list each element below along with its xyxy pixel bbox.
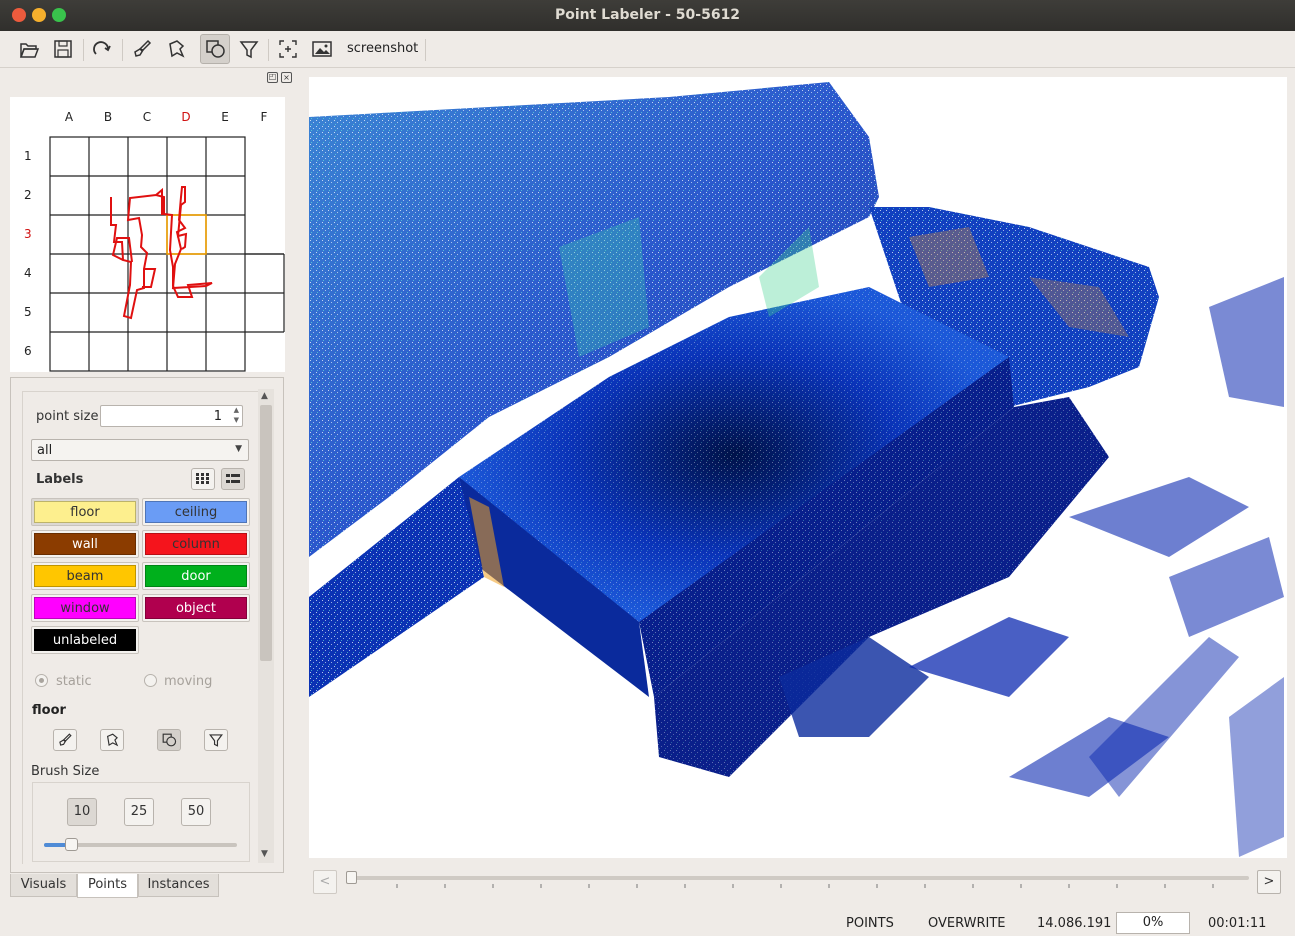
redo-icon [93, 41, 111, 55]
dock-close-icon[interactable]: × [281, 72, 292, 83]
grid-view-button[interactable] [191, 468, 215, 490]
scroll-thumb[interactable] [260, 405, 272, 661]
polygon-icon [169, 40, 185, 58]
brush-icon [134, 39, 152, 57]
screenshot-label[interactable]: screenshot [347, 41, 418, 56]
label-window-button[interactable]: window [34, 597, 136, 619]
label-floor-button[interactable]: floor [34, 501, 136, 523]
frame-slider[interactable] [346, 871, 1249, 884]
center-view-button[interactable] [274, 35, 302, 63]
trajectory-minimap[interactable]: A B C D E F 1 2 3 4 5 6 [10, 97, 285, 372]
status-progress: 0% [1116, 912, 1190, 934]
panel-shape-tool-button[interactable] [157, 729, 181, 751]
point-size-label: point size [36, 409, 99, 424]
main-toolbar: screenshot [0, 31, 1295, 68]
static-radio-dot [39, 678, 44, 683]
label-object-button[interactable]: object [145, 597, 247, 619]
point-size-spinbox[interactable]: 1 ▲ ▼ [100, 405, 243, 427]
next-frame-button[interactable]: > [1257, 870, 1281, 894]
save-button[interactable] [49, 35, 77, 63]
image-icon [312, 41, 332, 57]
filter-icon [239, 41, 259, 59]
label-filter-select[interactable]: all ▼ [31, 439, 249, 461]
frame-slider-handle[interactable] [346, 871, 357, 884]
scroll-up-icon[interactable]: ▲ [261, 391, 268, 401]
frame-timeline: < > [313, 868, 1283, 896]
moving-label: moving [164, 674, 213, 689]
shape-tool-button[interactable] [200, 34, 230, 64]
folder-open-icon [19, 43, 40, 58]
save-disk-icon [54, 40, 72, 58]
scroll-down-icon[interactable]: ▼ [261, 849, 268, 859]
panel-brush-tool-button[interactable] [53, 729, 77, 751]
redo-button[interactable] [88, 35, 116, 63]
brush-tool-button[interactable] [128, 35, 156, 63]
screenshot-button[interactable] [308, 35, 336, 63]
polygon-icon [106, 733, 119, 747]
current-label-name: floor [32, 703, 66, 718]
grid-icon [196, 473, 209, 484]
brush-icon [59, 733, 72, 746]
point-size-value[interactable]: 1 [214, 409, 222, 424]
crosshair-icon [279, 40, 297, 58]
chevron-down-icon: ▼ [235, 444, 242, 454]
window-title: Point Labeler - 50-5612 [554, 7, 741, 23]
label-beam-button[interactable]: beam [34, 565, 136, 587]
panel-polygon-tool-button[interactable] [100, 729, 124, 751]
spin-up-icon[interactable]: ▲ [234, 406, 239, 414]
polygon-tool-button[interactable] [162, 35, 190, 63]
static-label: static [56, 674, 92, 689]
label-ceiling-button[interactable]: ceiling [145, 501, 247, 523]
title-bar: Point Labeler - 50-5612 [0, 0, 1295, 31]
brush-size-slider-handle[interactable] [65, 838, 78, 851]
tab-visuals[interactable]: Visuals [10, 874, 77, 897]
list-view-button[interactable] [221, 468, 245, 490]
panel-filter-button[interactable] [204, 729, 228, 751]
labels-heading: Labels [36, 472, 84, 487]
frame-ticks [396, 884, 1214, 888]
moving-radio[interactable] [144, 674, 157, 687]
brush-size-slider[interactable] [44, 838, 237, 851]
spin-down-icon[interactable]: ▼ [234, 416, 239, 424]
label-wall-button[interactable]: wall [34, 533, 136, 555]
status-point-count: 14.086.191 [1037, 916, 1112, 931]
label-unlabeled-button[interactable]: unlabeled [34, 629, 136, 651]
brush-size-50-button[interactable]: 50 [181, 798, 211, 826]
tab-points[interactable]: Points [77, 874, 138, 898]
brush-size-25-button[interactable]: 25 [124, 798, 154, 826]
static-radio[interactable] [35, 674, 48, 687]
brush-size-label: Brush Size [31, 764, 100, 779]
label-door-button[interactable]: door [145, 565, 247, 587]
minimap-grid [49, 136, 285, 372]
trajectory-path [110, 186, 213, 320]
dock-float-icon[interactable]: ◰ [267, 72, 278, 83]
shapes-icon [206, 40, 225, 58]
points-panel-scrollbar[interactable]: ▲ ▼ [258, 389, 274, 863]
status-write-mode: OVERWRITE [928, 916, 1006, 931]
label-column-button[interactable]: column [145, 533, 247, 555]
shapes-icon [162, 733, 177, 747]
brush-size-10-button[interactable]: 10 [67, 798, 97, 826]
open-folder-button[interactable] [15, 35, 43, 63]
list-icon [226, 474, 240, 483]
filter-icon [209, 734, 223, 747]
filter-button[interactable] [235, 35, 263, 63]
label-filter-value: all [37, 443, 53, 458]
status-mode: POINTS [846, 916, 894, 931]
point-cloud-viewport[interactable] [309, 77, 1287, 858]
previous-frame-button[interactable]: < [313, 870, 337, 894]
tab-instances[interactable]: Instances [138, 874, 219, 897]
point-cloud-render [309, 82, 1284, 857]
status-elapsed-time: 00:01:11 [1208, 916, 1267, 931]
